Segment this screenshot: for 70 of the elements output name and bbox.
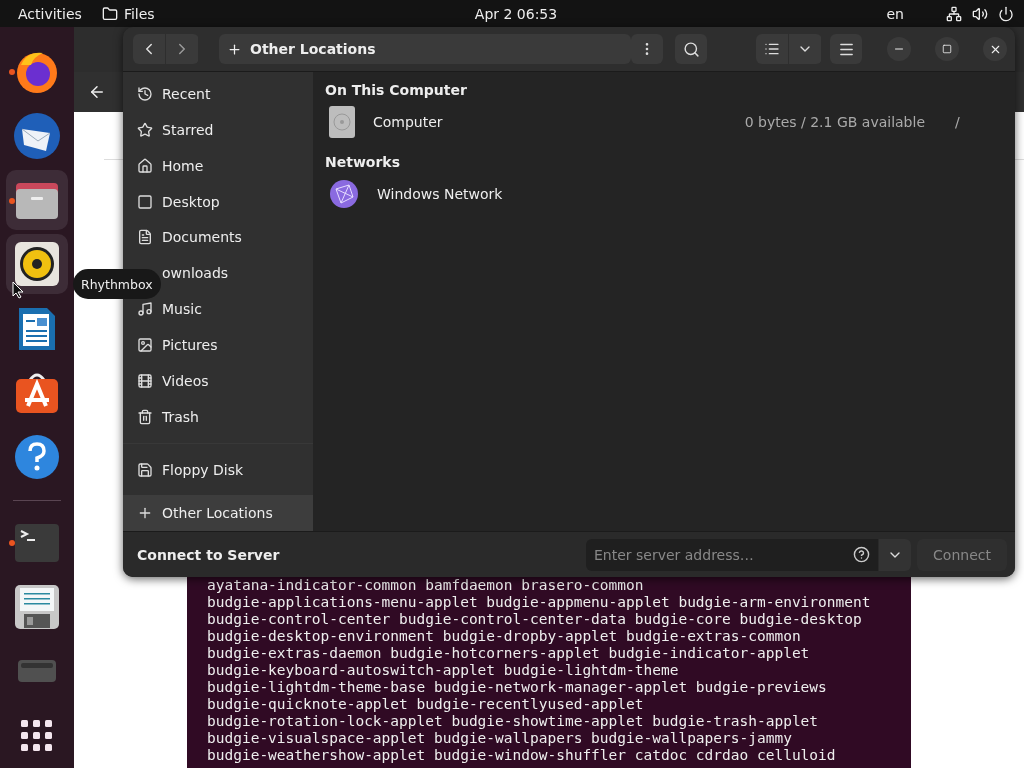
sidebar-item[interactable]: Videos [123,363,313,399]
clock[interactable]: Apr 2 06:53 [474,5,558,22]
sidebar-item[interactable]: Documents [123,219,313,256]
view-options-button[interactable] [789,34,821,64]
minimize-button[interactable] [887,37,911,61]
trash-icon [137,408,153,425]
main-menu-button[interactable] [830,34,862,64]
tooltip: Rhythmbox [73,269,161,299]
music-icon [137,301,153,318]
starred-icon [137,121,153,138]
list-view-button[interactable] [756,34,788,64]
pictures-icon [137,337,153,354]
dock-item[interactable] [6,234,68,295]
mail-icon[interactable] [12,110,62,161]
sidebar-item[interactable]: Starred [123,111,313,148]
app-menu[interactable]: Files [123,5,155,22]
terminal-line: budgie-visualspace-applet budgie-wallpapers budgie-wallpapers-jammy [207,730,793,747]
speaker-icon[interactable] [15,242,59,287]
folder-icon [101,5,118,22]
terminal-line: budgie-applications-menu-applet budgie-appmenu-applet budgie-arm-environment [207,594,872,611]
desktop-icon [137,193,153,210]
help-icon[interactable] [14,434,60,481]
sidebar-item[interactable]: Other Locations [123,495,313,531]
terminal-line: budgie-lightdm-theme-base budgie-network-manager-applet budgie-previews [207,679,828,696]
sidebar-item[interactable]: Pictures [123,327,313,363]
dock-item[interactable] [6,169,68,231]
documents-icon [137,229,153,246]
volume-icon[interactable] [972,5,988,22]
terminal-line: budgie-extras-daemon budgie-hotcorners-applet budgie-indicator-applet [207,645,811,662]
language-indicator[interactable]: en [886,5,904,22]
power-icon[interactable] [998,5,1014,22]
maximize-button[interactable] [935,37,959,61]
mouse-cursor-icon [12,281,24,299]
sidebar-item[interactable]: Trash [123,398,313,435]
sidebar-item[interactable]: Recent [123,76,313,112]
drive-icon [329,106,355,138]
terminal-line: ayatana-indicator-common bamfdaemon brasero-common [207,577,645,594]
sidebar-item[interactable]: Floppy Disk [123,451,313,488]
maximize-icon [942,44,952,54]
terminal-line: budgie-control-center budgie-control-center-data budgie-core budgie-desktop [207,611,863,628]
server-address-field[interactable]: Enter server address… [586,538,878,571]
recent-icon [137,85,153,102]
globe-icon [329,179,359,209]
help-icon[interactable] [853,545,870,563]
terminal-line: budgie-desktop-environment budgie-dropby-applet budgie-extras-common [207,628,802,645]
floppy-icon [137,461,153,478]
forward-button[interactable] [166,34,198,64]
connect-heading: Connect to Server [137,546,281,563]
plus-icon [227,41,242,57]
close-button[interactable] [983,37,1007,61]
sidebar-item[interactable]: Home [123,147,313,184]
terminal-line: budgie-quicknote-applet budgie-recentlyused-applet [207,696,645,713]
activities-button[interactable]: Activities [18,5,82,22]
app-grid-icon[interactable] [21,719,53,752]
path-bar[interactable]: Other Locations [219,34,631,64]
terminal-line: budgie-rotation-lock-applet budgie-showtime-applet budgie-trash-applet [207,713,820,730]
terminal-line: budgie-weathershow-applet budgie-window-shuffler catdoc cdrdao celluloid [207,747,837,764]
list-icon [764,41,780,57]
terminal-line: budgie-keyboard-autoswitch-applet budgie-lightdm-theme [207,662,680,679]
terminal-icon[interactable] [15,523,59,562]
videos-icon [137,372,153,389]
section-heading: On This Computer [325,81,468,100]
recent-servers-button[interactable] [879,538,911,571]
sidebar-item[interactable]: Desktop [123,183,313,220]
back-button[interactable] [133,34,165,64]
search-button[interactable] [675,34,707,64]
network-icon[interactable] [946,5,962,22]
document-icon[interactable] [17,305,57,352]
home-icon [137,157,153,174]
search-icon [682,40,700,58]
